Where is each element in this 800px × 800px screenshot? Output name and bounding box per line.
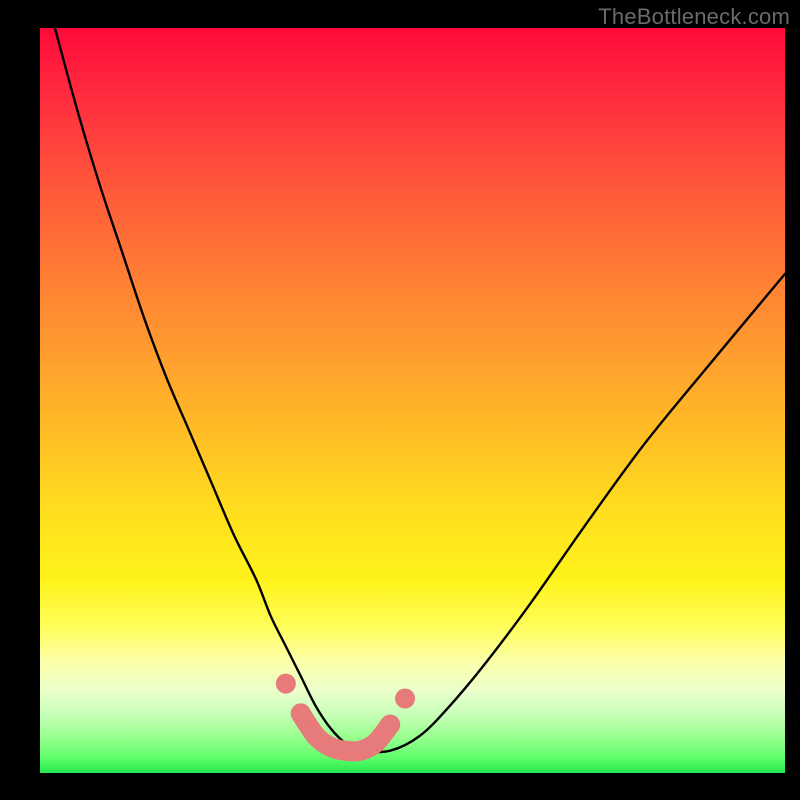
plot-area (40, 28, 785, 773)
highlight-dot (365, 733, 385, 753)
curve-svg (40, 28, 785, 773)
bottleneck-curve (55, 28, 785, 752)
highlight-dot (395, 689, 415, 709)
chart-frame: TheBottleneck.com (0, 0, 800, 800)
highlight-dot (380, 715, 400, 735)
highlight-dot (291, 703, 311, 723)
watermark-text: TheBottleneck.com (598, 4, 790, 30)
highlight-dots-group (276, 674, 415, 761)
highlight-dot (276, 674, 296, 694)
